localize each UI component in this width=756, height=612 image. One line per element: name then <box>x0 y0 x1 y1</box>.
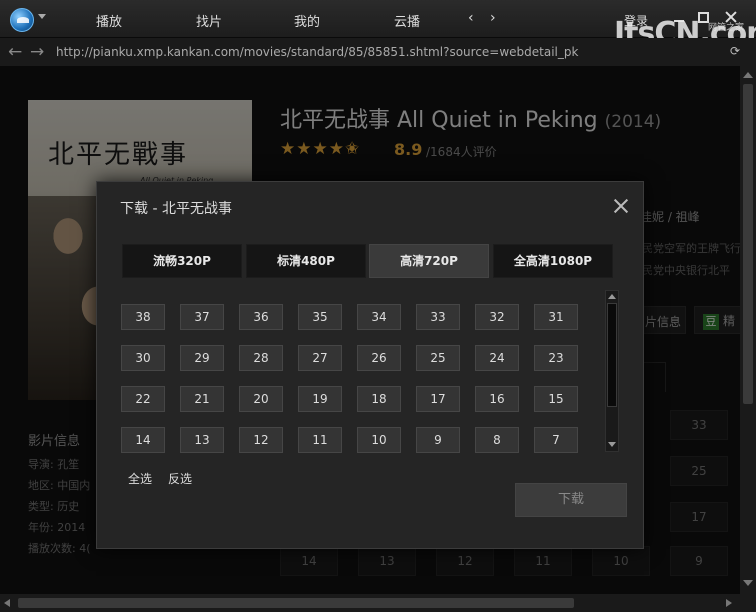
back-arrow-icon[interactable]: ← <box>8 42 22 62</box>
episode-grid: 38 37 36 35 34 33 32 31 30 29 28 27 26 25 24 23 22 21 20 19… <box>119 288 605 454</box>
episode-button[interactable]: 15 <box>534 386 578 412</box>
episode-button[interactable]: 20 <box>239 386 283 412</box>
forward-arrow-icon[interactable]: → <box>30 42 44 62</box>
episode-button[interactable]: 28 <box>239 345 283 371</box>
episode-button[interactable]: 34 <box>357 304 401 330</box>
episode-button[interactable]: 37 <box>180 304 224 330</box>
episode-button[interactable]: 25 <box>416 345 460 371</box>
episode-button[interactable]: 36 <box>239 304 283 330</box>
episode-button[interactable]: 18 <box>357 386 401 412</box>
episode-button[interactable]: 11 <box>298 427 342 453</box>
scroll-thumb[interactable] <box>743 84 753 404</box>
nav-mine[interactable]: 我的 <box>294 11 320 30</box>
quality-tab-480p[interactable]: 标清480P <box>246 244 366 278</box>
scroll-thumb[interactable] <box>607 303 617 407</box>
episode-button[interactable]: 33 <box>416 304 460 330</box>
episode-button[interactable]: 29 <box>180 345 224 371</box>
download-dialog: 下载 - 北平无战事 流畅320P 标清480P 高清720P 全高清1080P… <box>96 181 644 549</box>
quality-tab-720p[interactable]: 高清720P <box>369 244 489 278</box>
episode-button[interactable]: 27 <box>298 345 342 371</box>
quality-tab-320p[interactable]: 流畅320P <box>122 244 242 278</box>
episode-button[interactable]: 24 <box>475 345 519 371</box>
episode-button[interactable]: 13 <box>180 427 224 453</box>
nav-play[interactable]: 播放 <box>96 11 122 30</box>
refresh-icon[interactable]: ⟳ <box>730 44 740 58</box>
nav-cloud[interactable]: 云播 <box>394 11 420 30</box>
episode-button[interactable]: 19 <box>298 386 342 412</box>
nav-find[interactable]: 找片 <box>196 11 222 30</box>
scroll-thumb[interactable] <box>18 598 574 608</box>
url-text[interactable]: http://pianku.xmp.kankan.com/movies/stan… <box>56 45 578 59</box>
episode-scrollbar[interactable] <box>605 290 619 452</box>
episode-button[interactable]: 17 <box>416 386 460 412</box>
quality-tab-1080p[interactable]: 全高清1080P <box>493 244 613 278</box>
episode-button[interactable]: 10 <box>357 427 401 453</box>
dialog-title: 下载 - 北平无战事 <box>120 201 232 217</box>
invert-select-link[interactable]: 反选 <box>168 470 192 487</box>
episode-button[interactable]: 30 <box>121 345 165 371</box>
episode-button[interactable]: 38 <box>121 304 165 330</box>
scroll-up-icon[interactable] <box>743 72 753 78</box>
watermark-subtext: 网管之家 <box>708 23 745 33</box>
episode-button[interactable]: 31 <box>534 304 578 330</box>
scroll-up-icon[interactable] <box>608 294 616 299</box>
episode-button[interactable]: 32 <box>475 304 519 330</box>
scroll-left-icon[interactable] <box>4 599 10 607</box>
page-horizontal-scrollbar[interactable] <box>0 594 756 612</box>
page-vertical-scrollbar[interactable] <box>740 66 756 594</box>
episode-button[interactable]: 23 <box>534 345 578 371</box>
app-logo-icon[interactable] <box>10 8 34 32</box>
episode-button[interactable]: 22 <box>121 386 165 412</box>
episode-button[interactable]: 26 <box>357 345 401 371</box>
history-arrows-icon[interactable]: ‹ › <box>468 10 502 26</box>
episode-button[interactable]: 35 <box>298 304 342 330</box>
episode-button[interactable]: 14 <box>121 427 165 453</box>
episode-button[interactable]: 21 <box>180 386 224 412</box>
episode-button[interactable]: 7 <box>534 427 578 453</box>
download-button[interactable]: 下载 <box>515 483 627 517</box>
episode-button[interactable]: 9 <box>416 427 460 453</box>
episode-button[interactable]: 12 <box>239 427 283 453</box>
close-icon[interactable] <box>613 198 629 214</box>
scroll-down-icon[interactable] <box>743 580 753 586</box>
select-all-link[interactable]: 全选 <box>128 470 152 487</box>
address-bar: ← → http://pianku.xmp.kankan.com/movies/… <box>0 38 756 66</box>
scroll-down-icon[interactable] <box>608 442 616 447</box>
episode-button[interactable]: 16 <box>475 386 519 412</box>
menu-caret-icon[interactable] <box>38 14 46 19</box>
episode-button[interactable]: 8 <box>475 427 519 453</box>
scroll-right-icon[interactable] <box>726 599 732 607</box>
